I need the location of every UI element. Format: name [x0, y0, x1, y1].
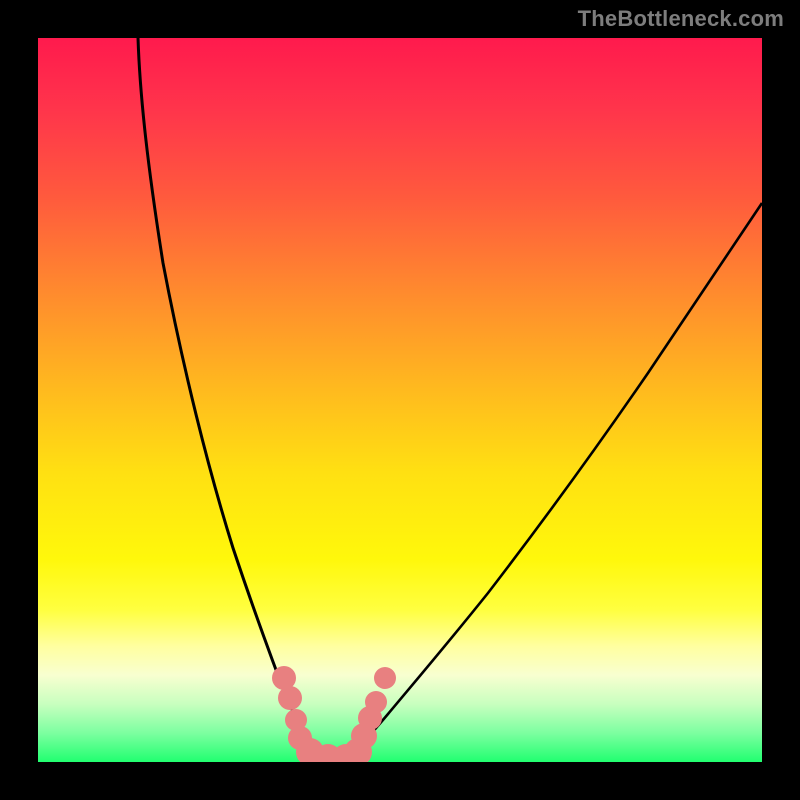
plot-gradient-area: [38, 38, 762, 762]
chart-stage: TheBottleneck.com: [0, 0, 800, 800]
watermark-text: TheBottleneck.com: [578, 6, 784, 32]
